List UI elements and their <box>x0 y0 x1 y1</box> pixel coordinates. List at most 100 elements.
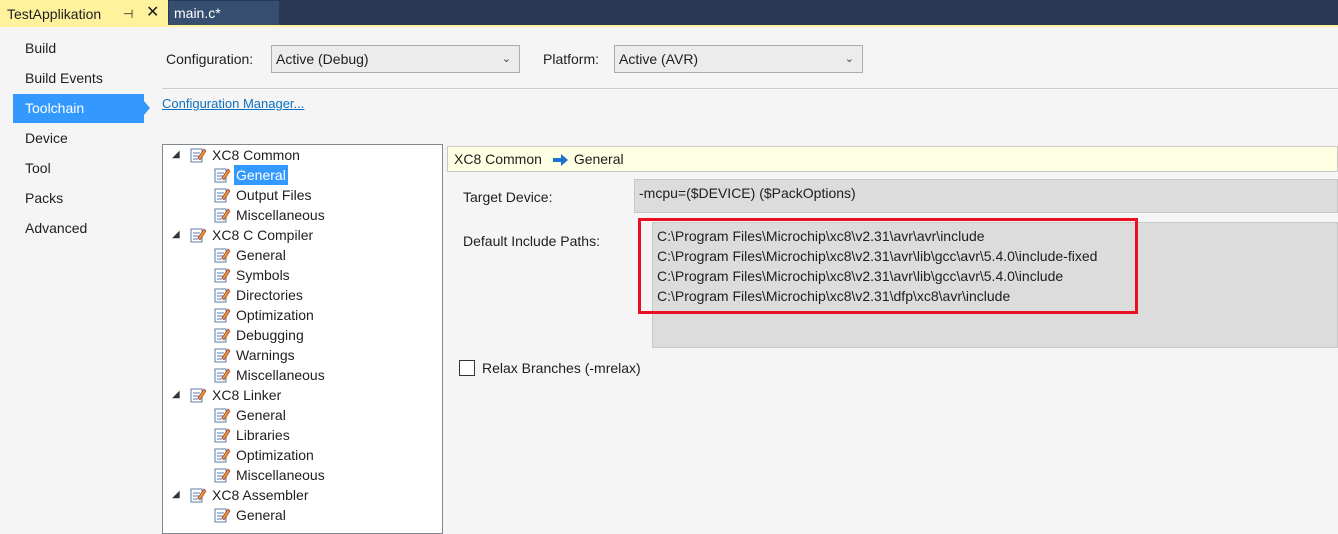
pin-icon[interactable]: ⊣ <box>123 0 133 28</box>
tree-group[interactable]: ◢ XC8 Common <box>163 145 442 165</box>
tree-item[interactable]: Libraries <box>163 425 442 445</box>
properties-icon <box>190 227 207 243</box>
nav-label: Build <box>25 40 57 56</box>
nav-label: Advanced <box>25 220 88 236</box>
target-device-field[interactable]: -mcpu=($DEVICE) ($PackOptions) <box>634 179 1338 213</box>
tree-group[interactable]: ◢ XC8 C Compiler <box>163 225 442 245</box>
properties-icon <box>214 507 231 523</box>
tree-group-label: XC8 Assembler <box>212 487 309 503</box>
properties-icon <box>190 387 207 403</box>
tree-group-label: XC8 Common <box>212 147 300 163</box>
tree-item[interactable]: Warnings <box>163 345 442 365</box>
configuration-label: Configuration: <box>166 51 254 67</box>
tab-title: TestApplikation <box>7 6 102 22</box>
tree-group[interactable]: ◢ XC8 Assembler <box>163 485 442 505</box>
tree-item[interactable]: Miscellaneous <box>163 205 442 225</box>
properties-icon <box>214 447 231 463</box>
properties-icon <box>214 207 231 223</box>
properties-icon <box>214 467 231 483</box>
properties-icon <box>214 247 231 263</box>
configuration-manager-link[interactable]: Configuration Manager... <box>162 96 304 111</box>
tree-item-label: Directories <box>236 287 303 303</box>
collapse-icon[interactable]: ◢ <box>172 385 180 405</box>
nav-item-tool[interactable]: Tool <box>13 154 143 183</box>
properties-icon <box>214 187 231 203</box>
tree-item[interactable]: Directories <box>163 285 442 305</box>
header-group: XC8 Common <box>454 151 542 167</box>
tree-item[interactable]: Output Files <box>163 185 442 205</box>
nav-label: Toolchain <box>25 100 85 116</box>
nav-item-build-events[interactable]: Build Events <box>13 64 143 93</box>
nav-label: Tool <box>25 160 51 176</box>
properties-icon <box>214 267 231 283</box>
tree-item-label: Optimization <box>236 447 314 463</box>
properties-icon <box>214 327 231 343</box>
nav-item-build[interactable]: Build <box>13 34 143 63</box>
properties-icon <box>214 167 231 183</box>
tree-item[interactable]: General <box>163 405 442 425</box>
tab-testapplikation[interactable]: TestApplikation ⊣ ✕ <box>0 0 168 27</box>
document-tab-strip: TestApplikation ⊣ ✕ main.c* <box>0 0 1338 27</box>
nav-label: Device <box>25 130 68 146</box>
tree-item[interactable]: Debugging <box>163 325 442 345</box>
nav-label: Packs <box>25 190 64 206</box>
platform-select[interactable]: Active (AVR) ⌄ <box>614 45 863 73</box>
tree-item[interactable]: Symbols <box>163 265 442 285</box>
tree-item[interactable]: Miscellaneous <box>163 465 442 485</box>
header-page: General <box>573 151 624 167</box>
collapse-icon[interactable]: ◢ <box>172 225 180 245</box>
collapse-icon[interactable]: ◢ <box>172 145 180 165</box>
nav-label: Build Events <box>25 70 103 86</box>
tree-group-label: XC8 Linker <box>212 387 282 403</box>
divider <box>162 88 1338 89</box>
arrow-right-icon <box>552 149 568 174</box>
tree-item-label: Miscellaneous <box>236 467 325 483</box>
nav-item-device[interactable]: Device <box>13 124 143 153</box>
nav-item-toolchain[interactable]: Toolchain <box>13 94 150 123</box>
tree-item-label: Debugging <box>236 327 304 343</box>
collapse-icon[interactable]: ◢ <box>172 485 180 505</box>
tree-item-label: Miscellaneous <box>236 207 325 223</box>
include-paths-label: Default Include Paths: <box>463 233 600 249</box>
relax-branches-checkbox[interactable] <box>459 360 475 376</box>
tab-main-c[interactable]: main.c* <box>169 1 279 25</box>
platform-label: Platform: <box>543 51 600 67</box>
tree-item-label: Miscellaneous <box>236 367 325 383</box>
tree-item-label: Optimization <box>236 307 314 323</box>
toolchain-tree[interactable]: ◢ XC8 Common General Output Files Miscellane… <box>162 144 443 534</box>
properties-icon <box>214 287 231 303</box>
tab-accent-bar <box>0 25 1338 27</box>
properties-icon <box>214 367 231 383</box>
properties-icon <box>214 347 231 363</box>
tree-item[interactable]: Optimization <box>163 305 442 325</box>
properties-icon <box>214 407 231 423</box>
tree-item[interactable]: General <box>163 505 442 525</box>
properties-icon <box>214 427 231 443</box>
tree-item[interactable]: General <box>163 245 442 265</box>
tree-item[interactable]: Miscellaneous <box>163 365 442 385</box>
nav-item-advanced[interactable]: Advanced <box>13 214 143 243</box>
tree-item[interactable]: Optimization <box>163 445 442 465</box>
properties-icon <box>214 307 231 323</box>
configuration-select[interactable]: Active (Debug) ⌄ <box>271 45 520 73</box>
properties-icon <box>190 147 207 163</box>
tree-item[interactable]: General <box>163 165 442 185</box>
nav-item-packs[interactable]: Packs <box>13 184 143 213</box>
tree-item-label: General <box>236 407 286 423</box>
tree-item-label: General <box>236 507 286 523</box>
tree-group[interactable]: ◢ XC8 Linker <box>163 385 442 405</box>
tree-item-label: Output Files <box>236 187 312 203</box>
relax-branches-label: Relax Branches (-mrelax) <box>482 360 641 376</box>
chevron-down-icon: ⌄ <box>501 53 511 65</box>
highlight-box <box>638 218 1138 314</box>
target-device-label: Target Device: <box>463 189 553 205</box>
property-page-header: XC8 Common General <box>447 146 1338 172</box>
close-icon[interactable]: ✕ <box>146 0 159 27</box>
tree-item-label: General <box>234 165 288 185</box>
platform-value: Active (AVR) <box>619 51 699 67</box>
tree-group-label: XC8 C Compiler <box>212 227 314 243</box>
chevron-down-icon: ⌄ <box>844 53 854 65</box>
tab-title: main.c* <box>174 5 221 21</box>
target-device-value: -mcpu=($DEVICE) ($PackOptions) <box>639 185 856 201</box>
tree-item-label: General <box>236 247 286 263</box>
